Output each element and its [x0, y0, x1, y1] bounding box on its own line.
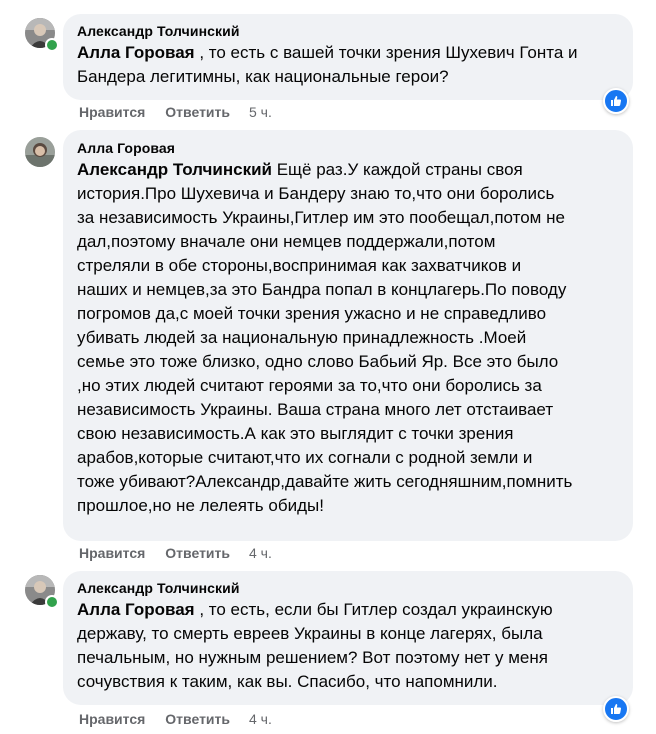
comment-bubble: Александр Толчинский Алла Горовая , то е…: [63, 571, 633, 705]
online-status-dot: [45, 595, 59, 609]
like-icon: [611, 96, 622, 106]
timestamp[interactable]: 4 ч.: [249, 711, 272, 727]
reply-button[interactable]: Ответить: [165, 104, 230, 120]
timestamp[interactable]: 5 ч.: [249, 104, 272, 120]
comment-author[interactable]: Алла Горовая: [77, 139, 619, 157]
comment-actions: Нравится Ответить 5 ч.: [79, 104, 272, 120]
comment-bubble: Алла Горовая Александр Толчинский Ещё ра…: [63, 130, 633, 541]
comment-text: Алла Горовая , то есть, если бы Гитлер с…: [77, 598, 619, 694]
comment-bubble: Александр Толчинский Алла Горовая , то е…: [63, 14, 633, 100]
like-button[interactable]: Нравится: [79, 104, 145, 120]
comment-text: Александр Толчинский Ещё раз.У каждой ст…: [77, 158, 619, 518]
mention-link[interactable]: Алла Горовая: [77, 43, 195, 62]
reaction-badge[interactable]: [603, 88, 629, 114]
like-icon: [611, 704, 622, 714]
comment-author[interactable]: Александр Толчинский: [77, 579, 619, 597]
like-button[interactable]: Нравится: [79, 545, 145, 561]
comment-author[interactable]: Александр Толчинский: [77, 22, 619, 40]
like-button[interactable]: Нравится: [79, 711, 145, 727]
reply-button[interactable]: Ответить: [165, 545, 230, 561]
comment-body: Ещё раз.У каждой страны своя история.Про…: [77, 160, 573, 515]
reply-button[interactable]: Ответить: [165, 711, 230, 727]
comment-actions: Нравится Ответить 4 ч.: [79, 711, 272, 727]
mention-link[interactable]: Александр Толчинский: [77, 160, 272, 179]
online-status-dot: [45, 38, 59, 52]
reaction-badge[interactable]: [603, 696, 629, 722]
comment-actions: Нравится Ответить 4 ч.: [79, 545, 272, 561]
comment-text: Алла Горовая , то есть с вашей точки зре…: [77, 41, 619, 89]
timestamp[interactable]: 4 ч.: [249, 545, 272, 561]
avatar-woman-icon: [25, 137, 55, 167]
mention-link[interactable]: Алла Горовая: [77, 600, 195, 619]
avatar[interactable]: [25, 137, 55, 167]
